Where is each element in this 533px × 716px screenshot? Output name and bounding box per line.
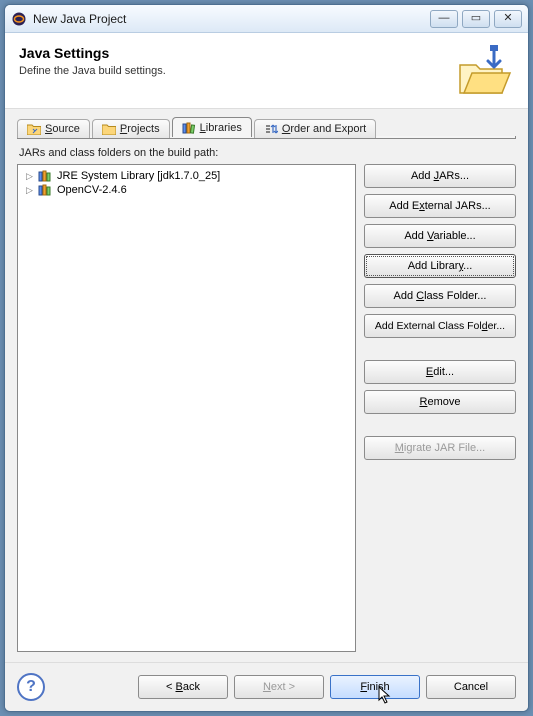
add-external-jars-button[interactable]: Add External JARs... [364,194,516,218]
tab-label: Projects [120,123,160,135]
add-jars-button[interactable]: Add JARs... [364,164,516,188]
tab-bar: Source Projects Libraries Order and Expo… [17,117,516,137]
tab-source[interactable]: Source [17,119,90,138]
tree-item[interactable]: ▷ OpenCV-2.4.6 [20,183,353,197]
tree-item-label: OpenCV-2.4.6 [57,184,127,196]
source-folder-icon [27,123,41,135]
tree-item-label: JRE System Library [jdk1.7.0_25] [57,170,220,182]
back-button[interactable]: < Back [138,675,228,699]
close-button[interactable]: ✕ [494,10,522,28]
tab-label: Source [45,123,80,135]
page-title: Java Settings [19,45,454,61]
expand-icon[interactable]: ▷ [24,171,35,182]
wizard-footer: ? < Back Next > Finish Cancel [5,662,528,711]
add-variable-button[interactable]: Add Variable... [364,224,516,248]
side-button-column: Add JARs... Add External JARs... Add Var… [364,164,516,652]
titlebar[interactable]: New Java Project — ▭ ✕ [5,5,528,33]
order-export-icon [264,123,278,135]
add-class-folder-button[interactable]: Add Class Folder... [364,284,516,308]
library-icon [38,170,54,182]
jar-tree[interactable]: ▷ JRE System Library [jdk1.7.0_25] ▷ Ope… [17,164,356,652]
wizard-banner-icon [454,43,514,98]
remove-button[interactable]: Remove [364,390,516,414]
window-title: New Java Project [33,12,430,26]
expand-icon[interactable]: ▷ [24,185,35,196]
library-icon [38,184,54,196]
help-button[interactable]: ? [17,673,45,701]
tab-projects[interactable]: Projects [92,119,170,138]
cancel-button[interactable]: Cancel [426,675,516,699]
add-library-button[interactable]: Add Library... [364,254,516,278]
minimize-button[interactable]: — [430,10,458,28]
window-controls: — ▭ ✕ [430,10,522,28]
projects-folder-icon [102,123,116,135]
tab-label: Libraries [200,122,242,134]
dialog-window: New Java Project — ▭ ✕ Java Settings Def… [4,4,529,712]
wizard-header: Java Settings Define the Java build sett… [5,33,528,109]
finish-button[interactable]: Finish [330,675,420,699]
next-button: Next > [234,675,324,699]
tab-libraries[interactable]: Libraries [172,117,252,137]
tab-label: Order and Export [282,123,366,135]
section-label: JARs and class folders on the build path… [19,147,516,159]
tab-order-export[interactable]: Order and Export [254,119,376,138]
add-external-class-folder-button[interactable]: Add External Class Folder... [364,314,516,338]
eclipse-icon [11,11,27,27]
tree-item[interactable]: ▷ JRE System Library [jdk1.7.0_25] [20,169,353,183]
edit-button[interactable]: Edit... [364,360,516,384]
page-subtitle: Define the Java build settings. [19,65,454,77]
libraries-icon [182,122,196,134]
wizard-content: Source Projects Libraries Order and Expo… [5,109,528,662]
migrate-jar-button: Migrate JAR File... [364,436,516,460]
maximize-button[interactable]: ▭ [462,10,490,28]
